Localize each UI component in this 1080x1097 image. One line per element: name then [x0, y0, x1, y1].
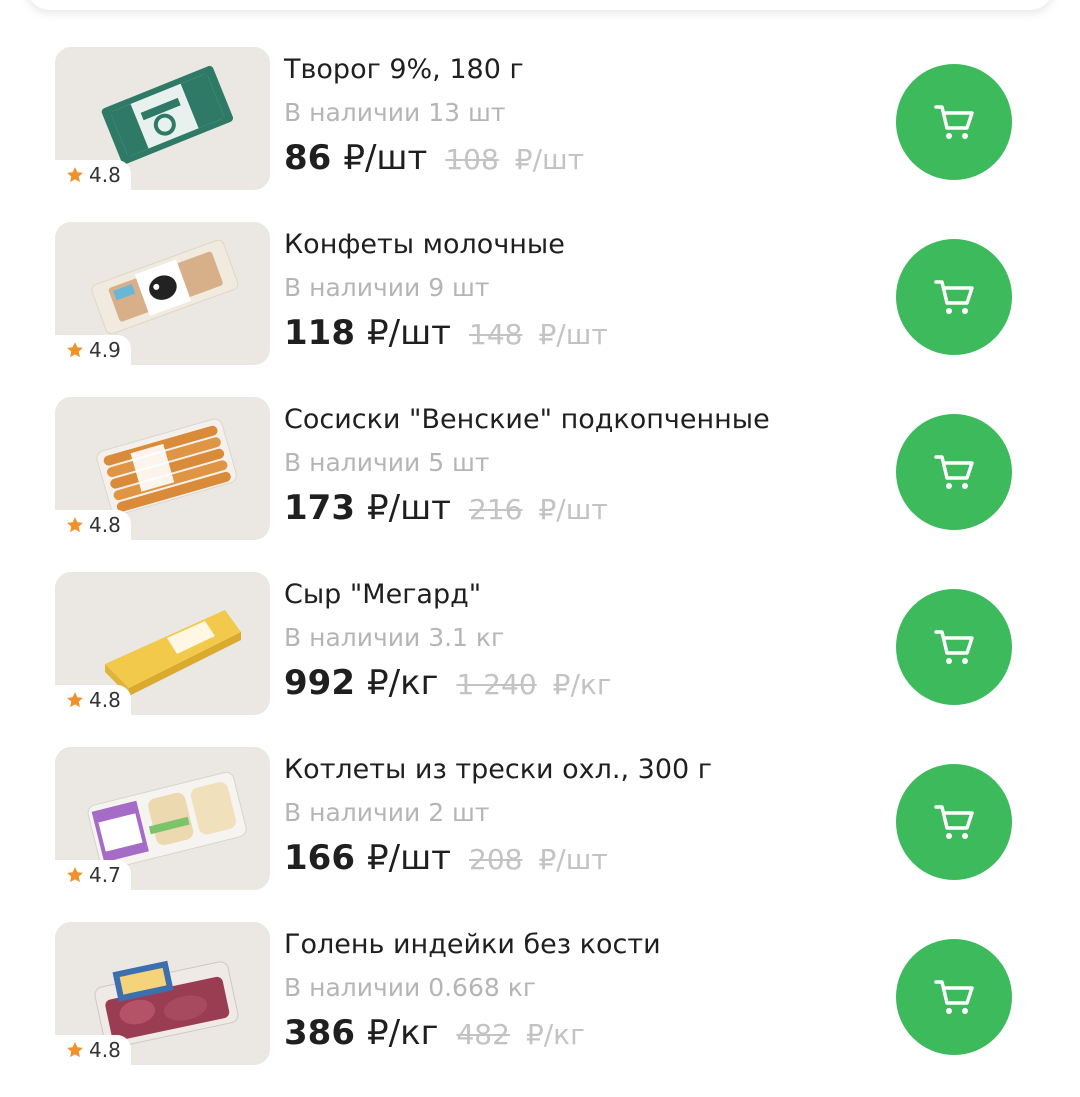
product-image[interactable]: 4.8	[55, 922, 270, 1065]
product-info: Котлеты из трески охл., 300 г В наличии …	[284, 753, 874, 878]
current-price: 86	[284, 138, 332, 178]
product-image[interactable]: 4.8	[55, 572, 270, 715]
add-to-cart-button[interactable]	[896, 414, 1012, 530]
rating-value: 4.8	[89, 163, 121, 187]
rating-value: 4.8	[89, 688, 121, 712]
price-unit: ₽/шт	[343, 138, 428, 178]
add-to-cart-button[interactable]	[896, 64, 1012, 180]
product-title[interactable]: Голень индейки без кости	[284, 928, 874, 962]
price-unit: ₽/кг	[366, 663, 439, 703]
rating-badge: 4.8	[55, 160, 131, 190]
star-icon	[67, 517, 83, 533]
price-line: 386 ₽/кг 482 ₽/кг	[284, 1013, 874, 1053]
cart-icon	[934, 105, 974, 139]
top-card	[26, 0, 1054, 10]
price-line: 86 ₽/шт 108 ₽/шт	[284, 138, 874, 178]
old-price-unit: ₽/кг	[552, 668, 612, 701]
add-to-cart-button[interactable]	[896, 939, 1012, 1055]
current-price: 173	[284, 488, 355, 528]
product-title[interactable]: Сосиски "Венские" подкопченные	[284, 403, 874, 437]
add-to-cart-button[interactable]	[896, 764, 1012, 880]
star-icon	[67, 167, 83, 183]
product-info: Голень индейки без кости В наличии 0.668…	[284, 928, 874, 1053]
current-price: 166	[284, 838, 355, 878]
star-icon	[67, 692, 83, 708]
product-image[interactable]: 4.9	[55, 222, 270, 365]
stock-text: В наличии 3.1 кг	[284, 623, 505, 652]
cart-icon	[934, 805, 974, 839]
rating-value: 4.8	[89, 513, 121, 537]
cart-icon	[934, 455, 974, 489]
product-row[interactable]: 4.8 Голень индейки без кости В наличии 0…	[0, 922, 1080, 1097]
product-title[interactable]: Творог 9%, 180 г	[284, 53, 874, 87]
product-row[interactable]: 4.7 Котлеты из трески охл., 300 г В нали…	[0, 747, 1080, 922]
rating-badge: 4.9	[55, 335, 131, 365]
star-icon	[67, 1042, 83, 1058]
stock-text: В наличии 0.668 кг	[284, 973, 536, 1002]
old-price: 108	[445, 143, 499, 176]
rating-badge: 4.8	[55, 1035, 131, 1065]
rating-value: 4.7	[89, 863, 121, 887]
old-price: 216	[469, 493, 523, 526]
cart-icon	[934, 280, 974, 314]
price-unit: ₽/шт	[366, 488, 451, 528]
product-info: Сыр "Мегард" В наличии 3.1 кг 992 ₽/кг 1…	[284, 578, 874, 703]
old-price: 1 240	[456, 668, 537, 701]
current-price: 118	[284, 313, 355, 353]
product-info: Конфеты молочные В наличии 9 шт 118 ₽/шт…	[284, 228, 874, 353]
price-unit: ₽/шт	[366, 838, 451, 878]
price-line: 992 ₽/кг 1 240 ₽/кг	[284, 663, 874, 703]
cart-icon	[934, 980, 974, 1014]
add-to-cart-button[interactable]	[896, 589, 1012, 705]
stock-text: В наличии 9 шт	[284, 273, 490, 302]
stock-text: В наличии 2 шт	[284, 798, 490, 827]
rating-badge: 4.8	[55, 685, 131, 715]
price-unit: ₽/шт	[366, 313, 451, 353]
product-info: Сосиски "Венские" подкопченные В наличии…	[284, 403, 874, 528]
product-row[interactable]: 4.8 Творог 9%, 180 г В наличии 13 шт 86 …	[0, 47, 1080, 222]
old-price: 148	[469, 318, 523, 351]
price-line: 173 ₽/шт 216 ₽/шт	[284, 488, 874, 528]
product-row[interactable]: 4.9 Конфеты молочные В наличии 9 шт 118 …	[0, 222, 1080, 397]
stock-text: В наличии 5 шт	[284, 448, 490, 477]
old-price-unit: ₽/шт	[538, 843, 608, 876]
product-title[interactable]: Сыр "Мегард"	[284, 578, 874, 612]
rating-badge: 4.7	[55, 860, 131, 890]
add-to-cart-button[interactable]	[896, 239, 1012, 355]
old-price-unit: ₽/шт	[538, 493, 608, 526]
price-unit: ₽/кг	[366, 1013, 439, 1053]
old-price: 208	[469, 843, 523, 876]
rating-value: 4.8	[89, 1038, 121, 1062]
product-title[interactable]: Конфеты молочные	[284, 228, 874, 262]
product-image[interactable]: 4.7	[55, 747, 270, 890]
product-image[interactable]: 4.8	[55, 47, 270, 190]
product-image[interactable]: 4.8	[55, 397, 270, 540]
rating-badge: 4.8	[55, 510, 131, 540]
stock-text: В наличии 13 шт	[284, 98, 506, 127]
rating-value: 4.9	[89, 338, 121, 362]
current-price: 386	[284, 1013, 355, 1053]
old-price-unit: ₽/шт	[514, 143, 584, 176]
current-price: 992	[284, 663, 355, 703]
product-info: Творог 9%, 180 г В наличии 13 шт 86 ₽/шт…	[284, 53, 874, 178]
old-price-unit: ₽/шт	[538, 318, 608, 351]
product-row[interactable]: 4.8 Сыр "Мегард" В наличии 3.1 кг 992 ₽/…	[0, 572, 1080, 747]
product-title[interactable]: Котлеты из трески охл., 300 г	[284, 753, 874, 787]
old-price-unit: ₽/кг	[525, 1018, 585, 1051]
product-row[interactable]: 4.8 Сосиски "Венские" подкопченные В нал…	[0, 397, 1080, 572]
cart-icon	[934, 630, 974, 664]
old-price: 482	[456, 1018, 510, 1051]
star-icon	[67, 867, 83, 883]
product-list: 4.8 Творог 9%, 180 г В наличии 13 шт 86 …	[0, 47, 1080, 1097]
star-icon	[67, 342, 83, 358]
price-line: 166 ₽/шт 208 ₽/шт	[284, 838, 874, 878]
price-line: 118 ₽/шт 148 ₽/шт	[284, 313, 874, 353]
